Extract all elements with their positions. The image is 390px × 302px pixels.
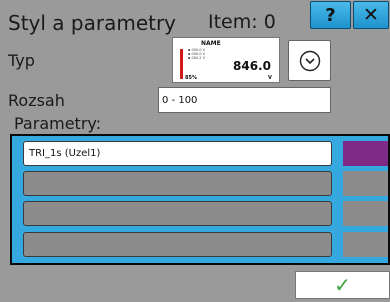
close-button[interactable]: ✕ (353, 1, 389, 29)
checkmark-icon: ✓ (334, 273, 351, 297)
chevron-down-circle-icon (299, 50, 320, 71)
preview-name: NAME (201, 40, 221, 47)
parameter-field-1[interactable]: TRI_1s (Uzel1) (23, 141, 332, 166)
parameter-field-4[interactable] (23, 232, 332, 257)
item-index-label: Item: 0 (208, 11, 276, 33)
close-icon: ✕ (363, 4, 379, 26)
parameter-field-3[interactable] (23, 201, 332, 226)
type-dropdown-button[interactable] (288, 40, 331, 81)
preview-value: 846.0 (233, 59, 271, 73)
parameter-color-4[interactable] (343, 232, 388, 257)
preview-mini-values: ▪ 000.0 V ▪ 000.0 V ▪ 000.2 V (188, 48, 206, 60)
parameter-field-2[interactable] (23, 171, 332, 196)
type-preview-widget[interactable]: NAME ▪ 000.0 V ▪ 000.0 V ▪ 000.2 V 846.0… (172, 37, 280, 83)
preview-percent: 85% (185, 75, 197, 81)
dialog-title: Styl a parametry (8, 11, 177, 35)
parameter-color-1[interactable] (343, 141, 388, 166)
help-button[interactable]: ? (310, 1, 351, 29)
preview-unit: V (268, 75, 272, 81)
parameters-label: Parametry: (14, 114, 102, 133)
range-input[interactable] (158, 87, 331, 113)
help-icon: ? (325, 4, 336, 26)
parameter-color-3[interactable] (343, 201, 388, 226)
parameters-panel: TRI_1s (Uzel1) (10, 134, 390, 265)
confirm-button[interactable]: ✓ (295, 271, 390, 299)
preview-level-bar (180, 49, 183, 79)
range-label: Rozsah (8, 91, 65, 110)
type-label: Typ (8, 51, 35, 70)
parameter-color-2[interactable] (343, 171, 388, 196)
